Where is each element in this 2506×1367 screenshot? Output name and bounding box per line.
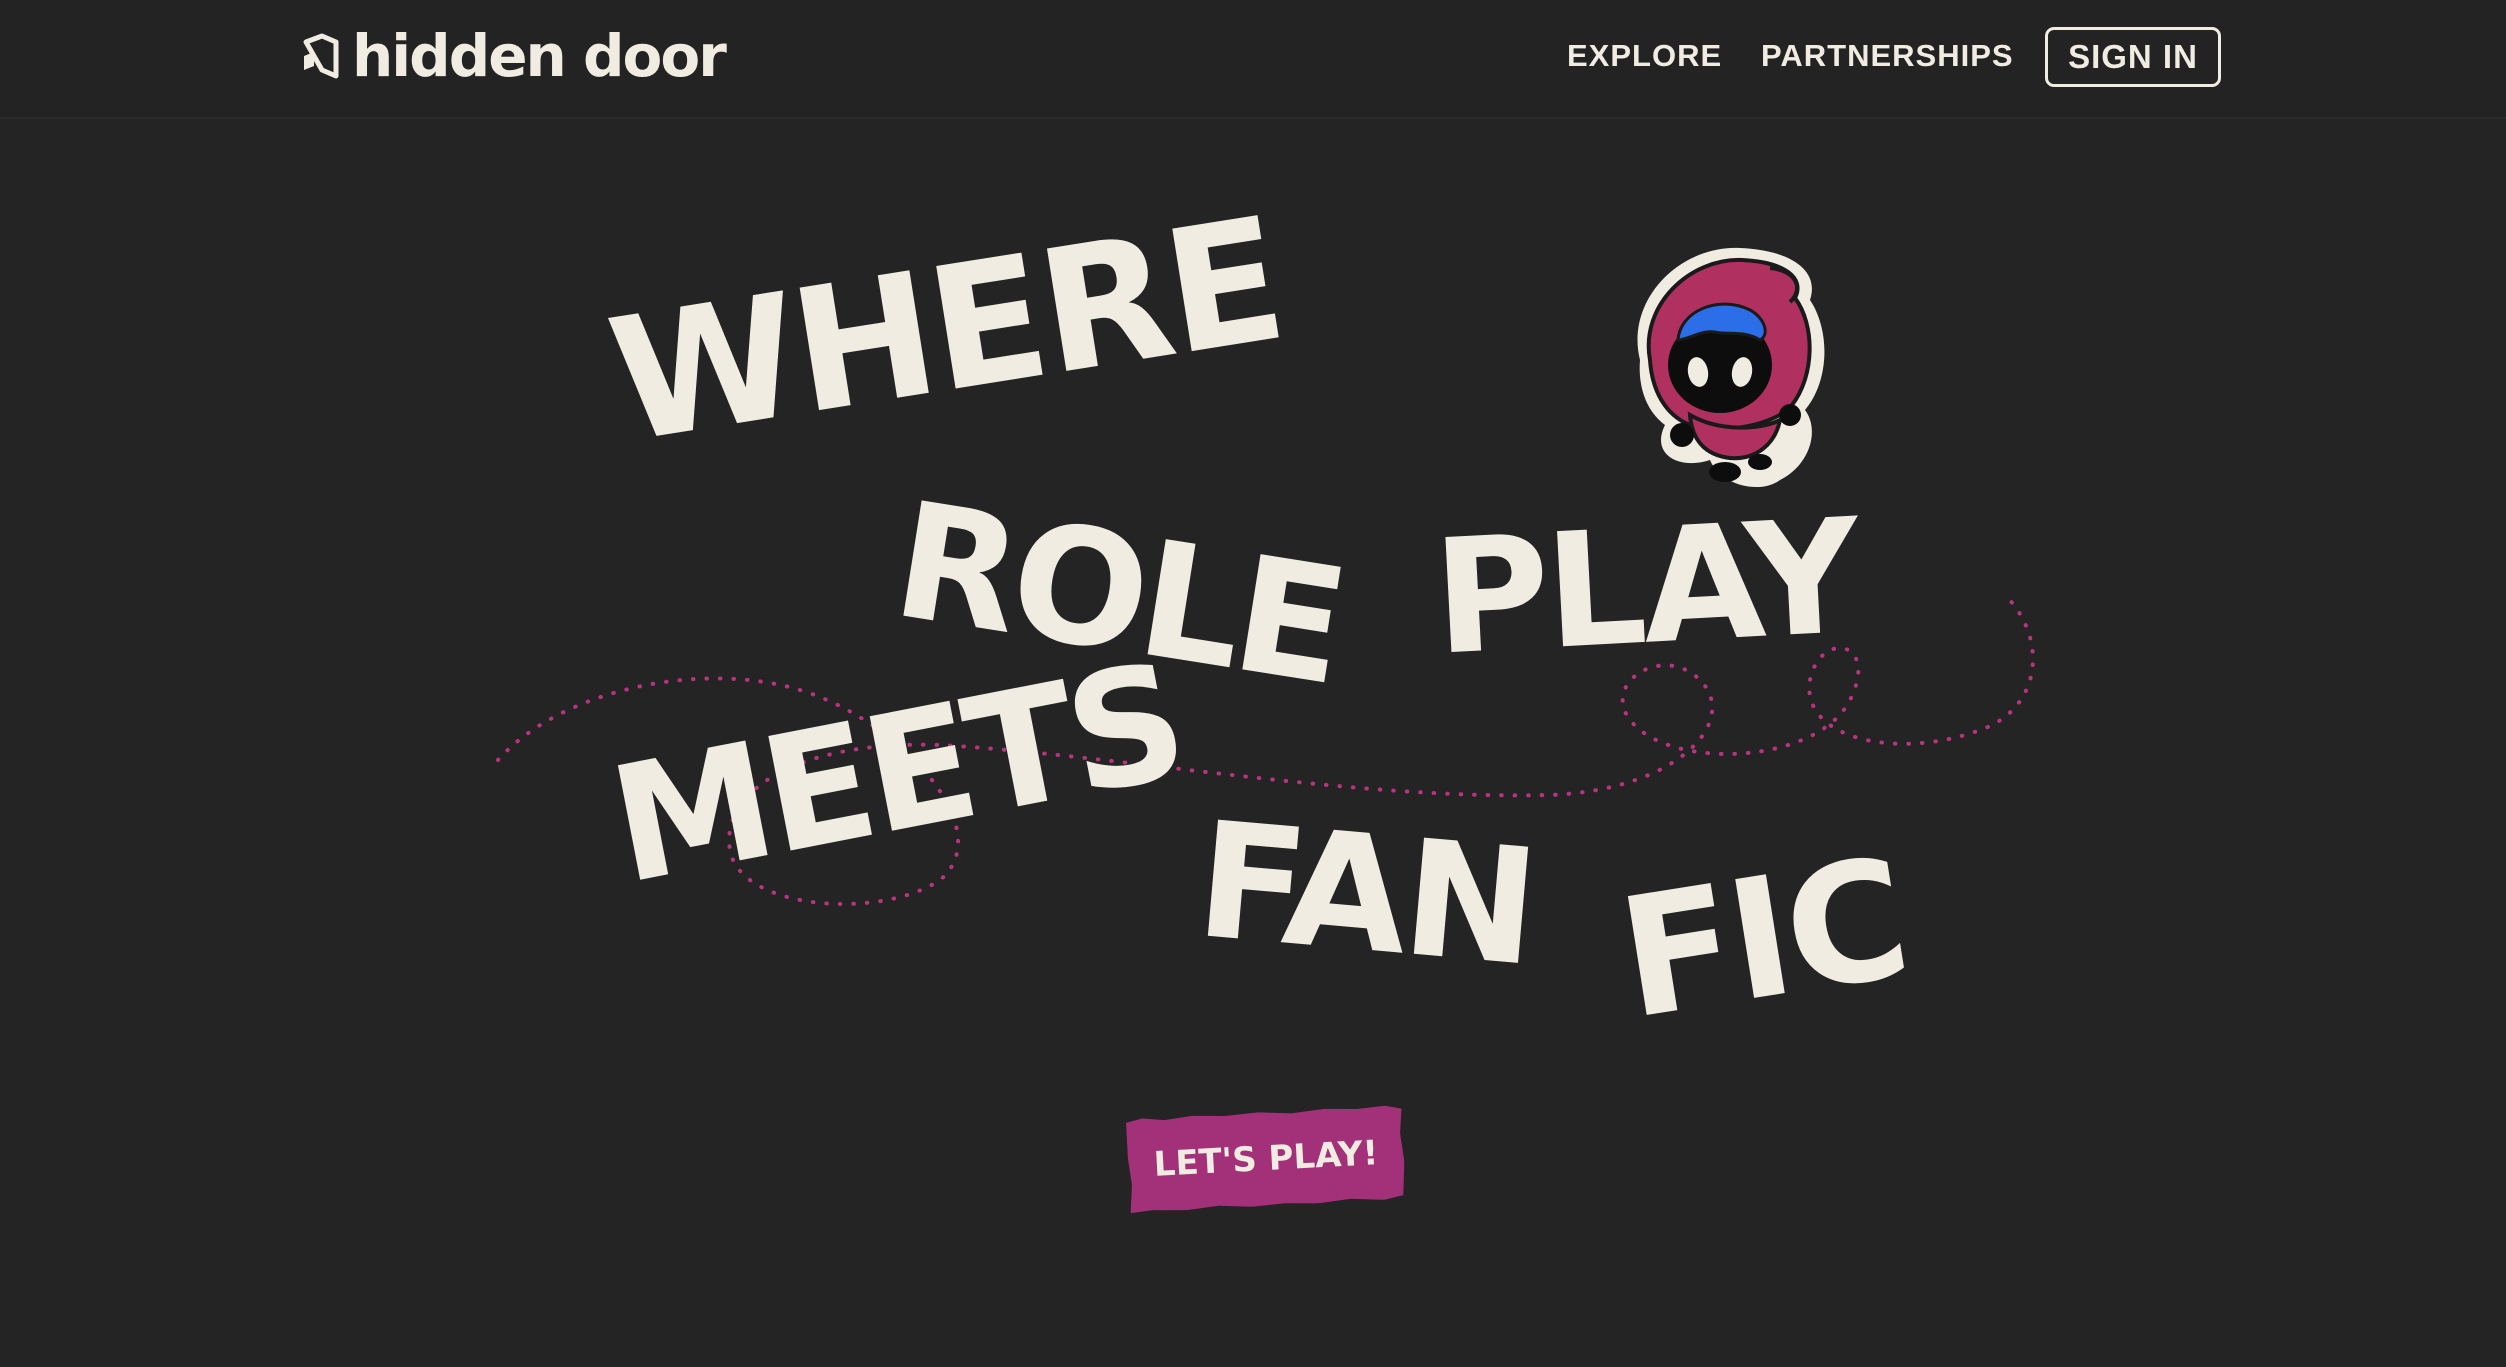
site-header: hidden door EXPLORE PARTNERSHIPS SIGN IN: [0, 0, 2506, 119]
lets-play-button[interactable]: LET'S PLAY!: [1126, 1105, 1407, 1213]
headline-word-fic: FIC: [1607, 821, 1918, 1056]
headline-word-play: PLAY: [1429, 484, 1861, 691]
nav-partnerships-link[interactable]: PARTNERSHIPS: [1761, 36, 2014, 76]
logo-wordmark: hidden door: [352, 22, 727, 90]
hidden-door-logo-icon: [303, 33, 339, 79]
nav-explore-link[interactable]: EXPLORE: [1567, 36, 1722, 76]
sign-in-button[interactable]: SIGN IN: [2045, 27, 2221, 87]
headline-word-where: WHERE: [597, 180, 1294, 482]
hooded-mascot-icon: [1637, 247, 1825, 488]
home-logo-link[interactable]: hidden door: [300, 22, 727, 90]
headline-word-meets: MEETS: [597, 627, 1195, 920]
headline-word-fan: FAN: [1189, 786, 1542, 1002]
